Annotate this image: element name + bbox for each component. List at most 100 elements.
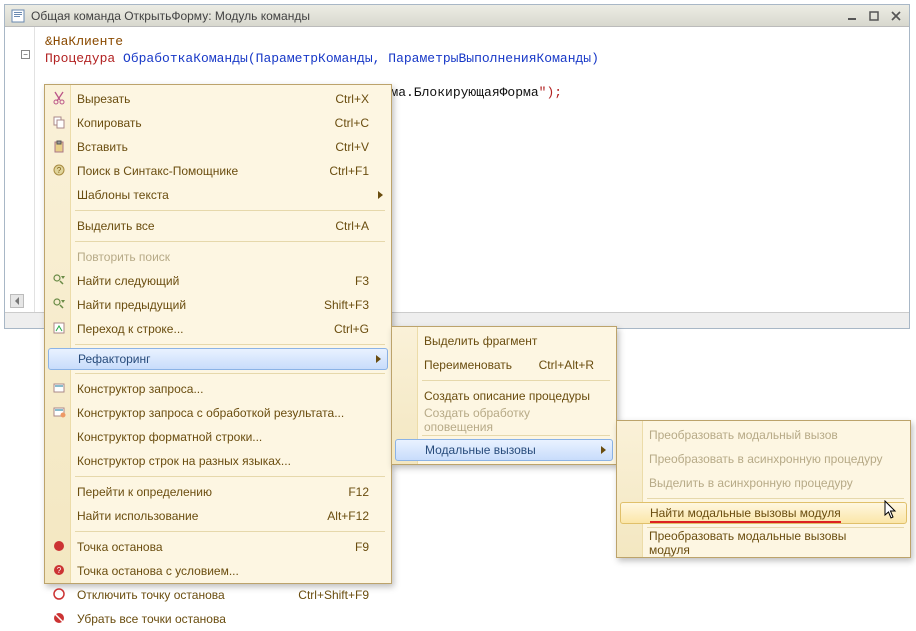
- menu-item[interactable]: Конструктор запроса...: [47, 377, 389, 401]
- menu-item[interactable]: Конструктор запроса с обработкой результ…: [47, 401, 389, 425]
- menu-item-shortcut: Alt+F12: [327, 509, 369, 523]
- menu-item-label: Найти использование: [77, 509, 303, 523]
- cut-icon: [51, 90, 67, 106]
- menu-separator: [422, 435, 610, 436]
- menu-item-label: Создать описание процедуры: [424, 389, 594, 403]
- menu-item-label: Конструктор запроса...: [77, 382, 369, 396]
- menu-item[interactable]: Преобразовать модальные вызовы модуля: [619, 531, 908, 555]
- menu-item: Выделить в асинхронную процедуру: [619, 471, 908, 495]
- menu-item[interactable]: Конструктор форматной строки...: [47, 425, 389, 449]
- minimize-button[interactable]: [845, 9, 859, 23]
- menu-item-label: Выделить фрагмент: [424, 334, 594, 348]
- titlebar: Общая команда ОткрытьФорму: Модуль коман…: [5, 5, 909, 27]
- menu-item-label: Выделить все: [77, 219, 311, 233]
- breakpoint-icon: [51, 538, 67, 554]
- menu-item[interactable]: Конструктор строк на разных языках...: [47, 449, 389, 473]
- menu-item-label: Найти модальные вызовы модуля: [650, 506, 887, 520]
- module-icon: [11, 9, 25, 23]
- svg-text:?: ?: [57, 166, 62, 175]
- menu-item-label: Вставить: [77, 140, 311, 154]
- menu-item: Повторить поиск: [47, 245, 389, 269]
- goto-icon: [51, 320, 67, 336]
- menu-item-label: Перейти к определению: [77, 485, 324, 499]
- menu-item-shortcut: F9: [355, 540, 369, 554]
- menu-item[interactable]: ?Точка останова с условием...: [47, 559, 389, 583]
- maximize-button[interactable]: [867, 9, 881, 23]
- menu-item[interactable]: ПереименоватьCtrl+Alt+R: [394, 353, 614, 377]
- menu-item[interactable]: Вставить Ctrl+V: [47, 135, 389, 159]
- fold-button[interactable]: −: [21, 50, 30, 59]
- menu-item-label: Найти следующий: [77, 274, 331, 288]
- submenu-arrow-icon: [378, 191, 383, 199]
- menu-item-shortcut: Ctrl+F1: [329, 164, 369, 178]
- menu-item-shortcut: Ctrl+V: [335, 140, 369, 154]
- menu-item[interactable]: Копировать Ctrl+C: [47, 111, 389, 135]
- gutter: −: [5, 27, 35, 312]
- menu-item-label: Шаблоны текста: [77, 188, 369, 202]
- menu-separator: [647, 498, 904, 499]
- submenu-refactoring[interactable]: Выделить фрагмент ПереименоватьCtrl+Alt+R…: [391, 326, 617, 465]
- menu-item-label: Модальные вызовы: [425, 443, 593, 457]
- svg-text:?: ?: [57, 566, 62, 575]
- paste-icon: [51, 138, 67, 154]
- menu-item-label: Переход к строке...: [77, 322, 310, 336]
- submenu-arrow-icon: [376, 355, 381, 363]
- window-title: Общая команда ОткрытьФорму: Модуль коман…: [31, 9, 839, 23]
- menu-item[interactable]: Выделить фрагмент: [394, 329, 614, 353]
- menu-item[interactable]: Точка останова F9: [47, 535, 389, 559]
- menu-item[interactable]: Найти следующий F3: [47, 269, 389, 293]
- menu-item-shortcut: Ctrl+X: [335, 92, 369, 106]
- menu-item-label: Копировать: [77, 116, 311, 130]
- menu-item-label: Преобразовать модальные вызовы модуля: [649, 529, 888, 557]
- menu-item-shortcut: Ctrl+A: [335, 219, 369, 233]
- menu-item[interactable]: Отключить точку остановаCtrl+Shift+F9: [47, 583, 389, 607]
- menu-item-label: Убрать все точки останова: [77, 612, 369, 626]
- menu-item[interactable]: Найти предыдущий Shift+F3: [47, 293, 389, 317]
- help-icon: ?: [51, 162, 67, 178]
- menu-item-label: Повторить поиск: [77, 250, 369, 264]
- query-icon: [51, 380, 67, 396]
- submenu-modal-calls[interactable]: Преобразовать модальный вызов Преобразова…: [616, 420, 911, 558]
- menu-item[interactable]: Переход к строке...Ctrl+G: [47, 317, 389, 341]
- menu-item-label: Отключить точку останова: [77, 588, 274, 602]
- clear-breakpoints-icon: [51, 610, 67, 626]
- menu-item[interactable]: Шаблоны текста: [47, 183, 389, 207]
- cond-breakpoint-icon: ?: [51, 562, 67, 578]
- menu-item-label: Точка останова: [77, 540, 331, 554]
- menu-item[interactable]: Модальные вызовы: [395, 439, 613, 461]
- menu-item-shortcut: Shift+F3: [324, 298, 369, 312]
- menu-item[interactable]: Перейти к определению F12: [47, 480, 389, 504]
- context-menu-main[interactable]: ВырезатьCtrl+X Копировать Ctrl+C Вставить Ct…: [44, 84, 392, 584]
- menu-separator: [75, 373, 385, 374]
- query2-icon: [51, 404, 67, 420]
- menu-item[interactable]: Рефакторинг: [48, 348, 388, 370]
- menu-item[interactable]: Создать описание процедуры: [394, 384, 614, 408]
- menu-item[interactable]: ? Поиск в Синтакс-Помощнике Ctrl+F1: [47, 159, 389, 183]
- find-prev-icon: [51, 296, 67, 312]
- find-next-icon: [51, 272, 67, 288]
- menu-item-shortcut: Ctrl+C: [335, 116, 369, 130]
- menu-item[interactable]: Найти модальные вызовы модуля: [620, 502, 907, 524]
- menu-item-label: Конструктор запроса с обработкой результ…: [77, 406, 369, 420]
- menu-item-label: Рефакторинг: [78, 352, 368, 366]
- menu-item-label: Преобразовать модальный вызов: [649, 428, 888, 442]
- menu-separator: [75, 476, 385, 477]
- menu-item: Преобразовать модальный вызов: [619, 423, 908, 447]
- menu-item-shortcut: F3: [355, 274, 369, 288]
- menu-item-label: Найти предыдущий: [77, 298, 300, 312]
- close-button[interactable]: [889, 9, 903, 23]
- menu-item: Создать обработку оповещения: [394, 408, 614, 432]
- menu-item[interactable]: Выделить все Ctrl+A: [47, 214, 389, 238]
- menu-item-label: Поиск в Синтакс-Помощнике: [77, 164, 305, 178]
- submenu-arrow-icon: [601, 446, 606, 454]
- menu-item[interactable]: Найти использование Alt+F12: [47, 504, 389, 528]
- menu-item-label: Переименовать: [424, 358, 515, 372]
- menu-item-shortcut: F12: [348, 485, 369, 499]
- menu-item[interactable]: Убрать все точки останова: [47, 607, 389, 631]
- menu-separator: [75, 531, 385, 532]
- copy-icon: [51, 114, 67, 130]
- menu-item-label: Создать обработку оповещения: [424, 406, 594, 434]
- menu-item-label: Выделить в асинхронную процедуру: [649, 476, 888, 490]
- menu-item[interactable]: ВырезатьCtrl+X: [47, 87, 389, 111]
- scroll-left-button[interactable]: [10, 294, 24, 308]
